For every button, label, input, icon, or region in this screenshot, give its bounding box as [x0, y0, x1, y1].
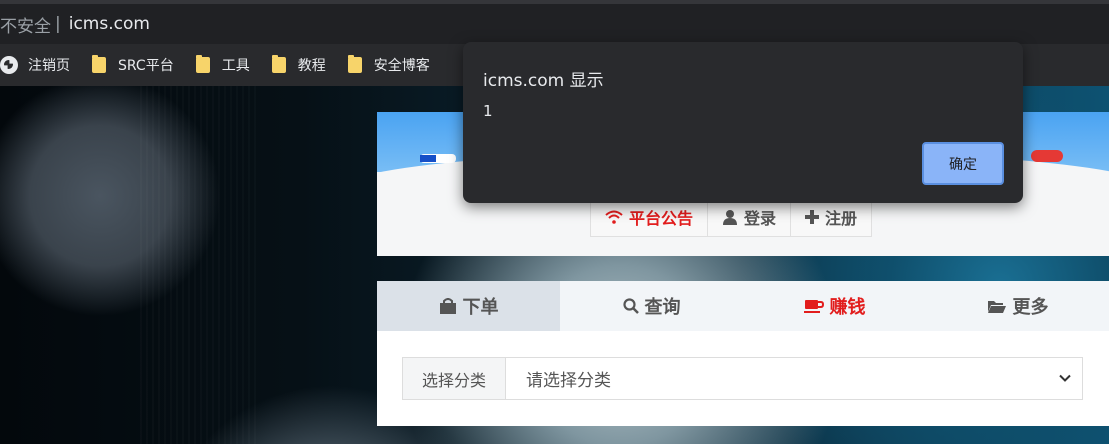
- user-icon: [723, 209, 738, 225]
- category-placeholder: 请选择分类: [526, 371, 611, 391]
- address-bar[interactable]: 不安全 | icms.com: [0, 0, 1109, 44]
- panel-tabs: 下单 查询 赚钱 更多: [377, 281, 1109, 331]
- globe-icon: [0, 56, 18, 74]
- tab-label: 更多: [1012, 297, 1049, 318]
- bookmark-label: 注销页: [28, 58, 70, 74]
- folder-icon: [271, 55, 286, 73]
- folder-icon: [347, 55, 362, 73]
- coffee-cup-icon: [803, 300, 824, 313]
- url-text[interactable]: icms.com: [69, 14, 150, 34]
- bookmark-label: 安全博客: [373, 58, 430, 74]
- bookmark-src-platform[interactable]: SRC平台: [92, 50, 182, 80]
- tab-label: 赚钱: [829, 297, 866, 318]
- bookmark-security-blog[interactable]: 安全博客: [347, 50, 438, 80]
- search-icon: [622, 298, 639, 314]
- folder-icon: [195, 55, 210, 73]
- tab-query[interactable]: 查询: [560, 281, 743, 331]
- security-indicator[interactable]: 不安全: [0, 12, 51, 37]
- tab-more[interactable]: 更多: [926, 281, 1109, 331]
- bookmark-label: SRC平台: [118, 58, 174, 74]
- bookmark-tutorials[interactable]: 教程: [271, 50, 334, 80]
- order-panel: 下单 查询 赚钱 更多 选择分类 请选择分类: [377, 281, 1109, 426]
- tab-label: 下单: [462, 297, 499, 318]
- category-select[interactable]: 请选择分类: [506, 358, 1082, 399]
- alert-dialog: icms.com 显示 1 确定: [463, 42, 1023, 203]
- category-select-group: 选择分类 请选择分类: [402, 357, 1083, 400]
- nav-label: 注册: [825, 208, 858, 228]
- folder-icon: [92, 55, 106, 73]
- bookmark-label: 教程: [297, 58, 326, 74]
- bookmark-tools[interactable]: 工具: [195, 50, 258, 80]
- address-separator: |: [55, 14, 61, 34]
- alert-title: icms.com 显示: [483, 71, 604, 91]
- banner-decoration-car: [420, 154, 456, 163]
- alert-message: 1: [483, 102, 493, 120]
- wifi-icon: [605, 210, 623, 224]
- ok-button[interactable]: 确定: [922, 142, 1004, 185]
- background-texture: [140, 86, 260, 444]
- plus-icon: [805, 209, 820, 224]
- nav-label: 平台公告: [629, 208, 694, 228]
- tab-label: 查询: [644, 297, 681, 318]
- category-label: 选择分类: [403, 358, 506, 399]
- bookmark-logout-page[interactable]: 注销页: [0, 50, 78, 80]
- tab-order[interactable]: 下单: [377, 281, 560, 331]
- folder-open-icon: [987, 300, 1006, 313]
- banner-decoration-car: [1031, 150, 1063, 162]
- tab-earn[interactable]: 赚钱: [743, 281, 926, 331]
- shopping-bag-icon: [439, 298, 456, 314]
- nav-label: 登录: [744, 208, 777, 228]
- chevron-down-icon: [1059, 374, 1071, 382]
- bookmark-label: 工具: [221, 58, 250, 74]
